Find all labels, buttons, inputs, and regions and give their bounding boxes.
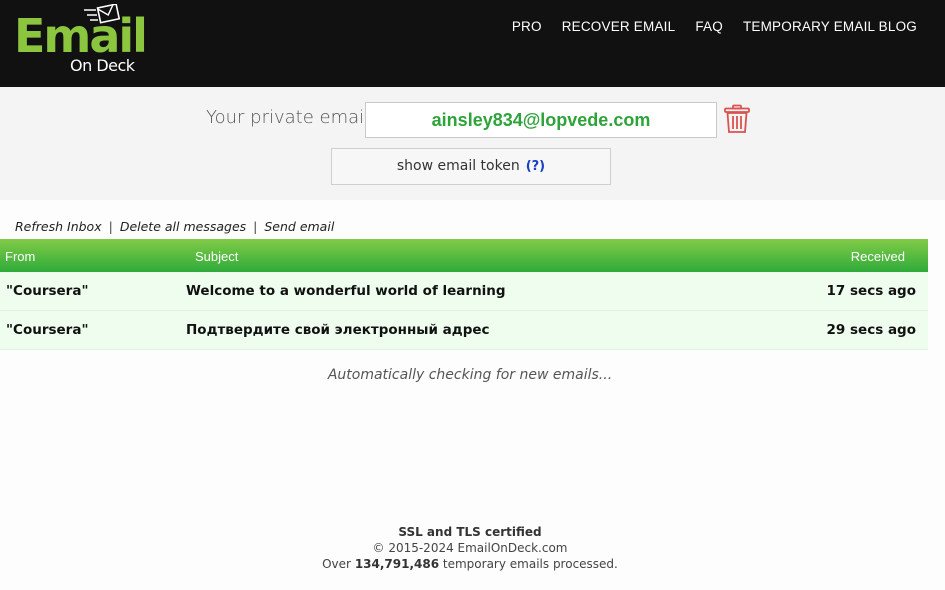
email-label: Your private email bbox=[206, 107, 370, 128]
processed-prefix: Over bbox=[322, 557, 351, 571]
separator: | bbox=[108, 219, 113, 234]
send-email-link[interactable]: Send email bbox=[264, 219, 334, 234]
nav-recover-email[interactable]: RECOVER EMAIL bbox=[562, 19, 676, 34]
email-bar: Your private email ainsley834@lopvede.co… bbox=[0, 87, 945, 200]
nav-temporary-email-blog[interactable]: TEMPORARY EMAIL BLOG bbox=[743, 19, 917, 34]
inbox-actions: Refresh Inbox | Delete all messages | Send e… bbox=[15, 219, 334, 234]
nav-pro[interactable]: PRO bbox=[512, 19, 542, 34]
site-logo[interactable]: Email On Deck bbox=[14, 4, 148, 82]
row-received: 17 secs ago bbox=[826, 283, 916, 299]
row-subject: Welcome to a wonderful world of learning bbox=[186, 283, 506, 299]
site-footer: SSL and TLS certified © 2015-2024 EmailO… bbox=[0, 524, 940, 572]
column-header-subject: Subject bbox=[195, 249, 239, 264]
processed-suffix: temporary emails processed. bbox=[442, 557, 618, 571]
nav-faq[interactable]: FAQ bbox=[695, 19, 723, 34]
table-row[interactable]: "Coursera" Welcome to a wonderful world … bbox=[0, 272, 928, 311]
ssl-certified-text: SSL and TLS certified bbox=[398, 525, 542, 539]
table-row[interactable]: "Coursera" Подтвердите свой электронный … bbox=[0, 311, 928, 350]
copyright-text: © 2015-2024 EmailOnDeck.com bbox=[372, 541, 568, 555]
row-from: "Coursera" bbox=[6, 322, 89, 338]
trash-icon[interactable] bbox=[724, 104, 750, 134]
separator: | bbox=[253, 219, 258, 234]
token-help-link[interactable]: (?) bbox=[526, 159, 545, 174]
processed-count: 134,791,486 bbox=[354, 557, 440, 571]
processed-count-line: Over 134,791,486 temporary emails proces… bbox=[0, 556, 940, 572]
logo-text-main: Email bbox=[14, 9, 148, 63]
refresh-inbox-link[interactable]: Refresh Inbox bbox=[15, 219, 102, 234]
logo-text-sub: On Deck bbox=[70, 56, 135, 75]
column-header-received: Received bbox=[850, 249, 905, 264]
column-header-from: From bbox=[5, 249, 36, 264]
delete-all-messages-link[interactable]: Delete all messages bbox=[120, 219, 246, 234]
row-received: 29 secs ago bbox=[826, 322, 916, 338]
show-email-token-button[interactable]: show email token (?) bbox=[331, 148, 611, 185]
row-from: "Coursera" bbox=[6, 283, 89, 299]
site-header: Email On Deck PRO RECOVER EMAIL FAQ TEMP… bbox=[0, 0, 945, 87]
inbox-table-header: From Subject Received bbox=[0, 239, 928, 272]
email-address-field[interactable]: ainsley834@lopvede.com bbox=[365, 102, 717, 138]
row-subject: Подтвердите свой электронный адрес bbox=[186, 322, 490, 338]
inbox-table: From Subject Received "Coursera" Welcome… bbox=[0, 239, 928, 350]
token-button-label: show email token bbox=[396, 158, 520, 174]
top-nav: PRO RECOVER EMAIL FAQ TEMPORARY EMAIL BL… bbox=[512, 19, 917, 34]
auto-check-status: Automatically checking for new emails... bbox=[327, 367, 613, 383]
